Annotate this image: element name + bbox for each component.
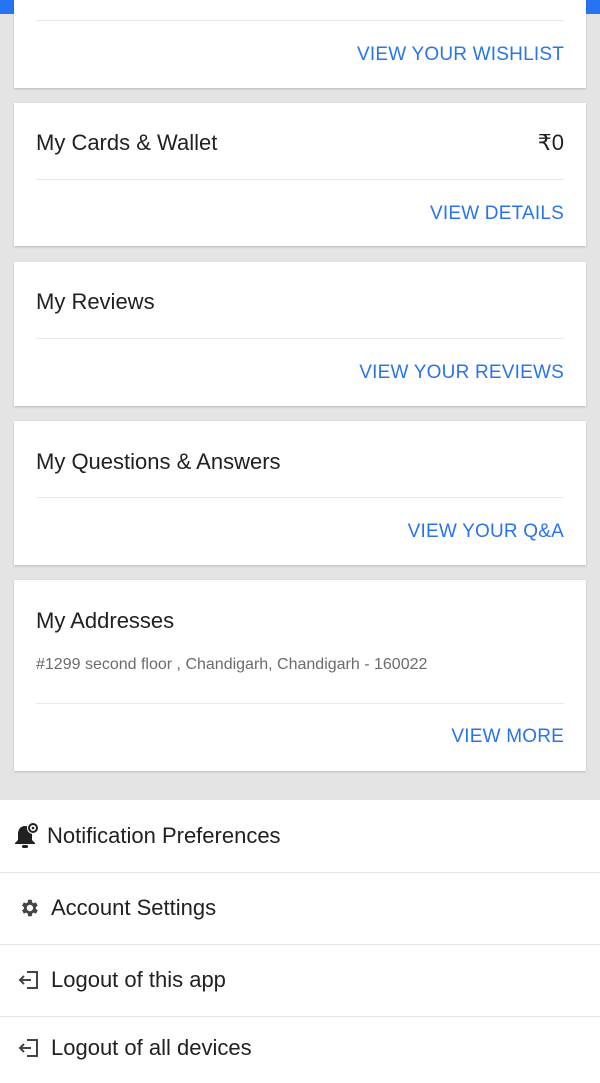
logout-icon (16, 967, 42, 993)
account-menu: Notification Preferences Account Setting… (0, 800, 600, 1083)
view-wishlist-link[interactable]: VIEW YOUR WISHLIST (357, 44, 564, 66)
saved-address: #1299 second floor , Chandigarh, Chandig… (36, 656, 428, 673)
bell-gear-icon (14, 822, 40, 849)
card-divider (36, 20, 564, 21)
gear-icon (16, 895, 42, 921)
wishlist-card: VIEW YOUR WISHLIST (14, 0, 586, 88)
menu-item-label: Notification Preferences (47, 823, 281, 848)
card-divider (36, 338, 564, 339)
addresses-card: My Addresses #1299 second floor , Chandi… (14, 580, 586, 771)
cards-wallet-card: My Cards & Wallet ₹0 VIEW DETAILS (14, 103, 586, 246)
wallet-amount: ₹0 (537, 130, 564, 155)
menu-item-logout-app[interactable]: Logout of this app (0, 944, 600, 1016)
view-qa-link[interactable]: VIEW YOUR Q&A (408, 521, 564, 543)
qa-title: My Questions & Answers (36, 449, 281, 474)
reviews-card: My Reviews VIEW YOUR REVIEWS (14, 262, 586, 406)
menu-item-notification-preferences[interactable]: Notification Preferences (0, 800, 600, 872)
logout-icon (16, 1035, 42, 1061)
card-header: My Cards & Wallet ₹0 (36, 130, 564, 156)
menu-item-account-settings[interactable]: Account Settings (0, 872, 600, 944)
card-divider (36, 179, 564, 180)
menu-item-logout-all-devices[interactable]: Logout of all devices (0, 1012, 600, 1083)
card-header: My Questions & Answers (36, 449, 564, 475)
card-header: My Addresses (36, 608, 564, 634)
qa-card: My Questions & Answers VIEW YOUR Q&A (14, 421, 586, 565)
addresses-title: My Addresses (36, 608, 175, 633)
view-more-link[interactable]: VIEW MORE (451, 726, 564, 748)
view-reviews-link[interactable]: VIEW YOUR REVIEWS (359, 362, 564, 384)
card-divider (36, 497, 564, 498)
card-header: My Reviews (36, 289, 564, 315)
view-details-link[interactable]: VIEW DETAILS (430, 203, 564, 225)
reviews-title: My Reviews (36, 289, 155, 314)
cards-wallet-title: My Cards & Wallet (36, 130, 218, 155)
menu-item-label: Logout of this app (51, 967, 226, 992)
card-divider (36, 703, 564, 704)
menu-item-label: Account Settings (51, 895, 217, 920)
menu-item-label: Logout of all devices (51, 1035, 252, 1060)
